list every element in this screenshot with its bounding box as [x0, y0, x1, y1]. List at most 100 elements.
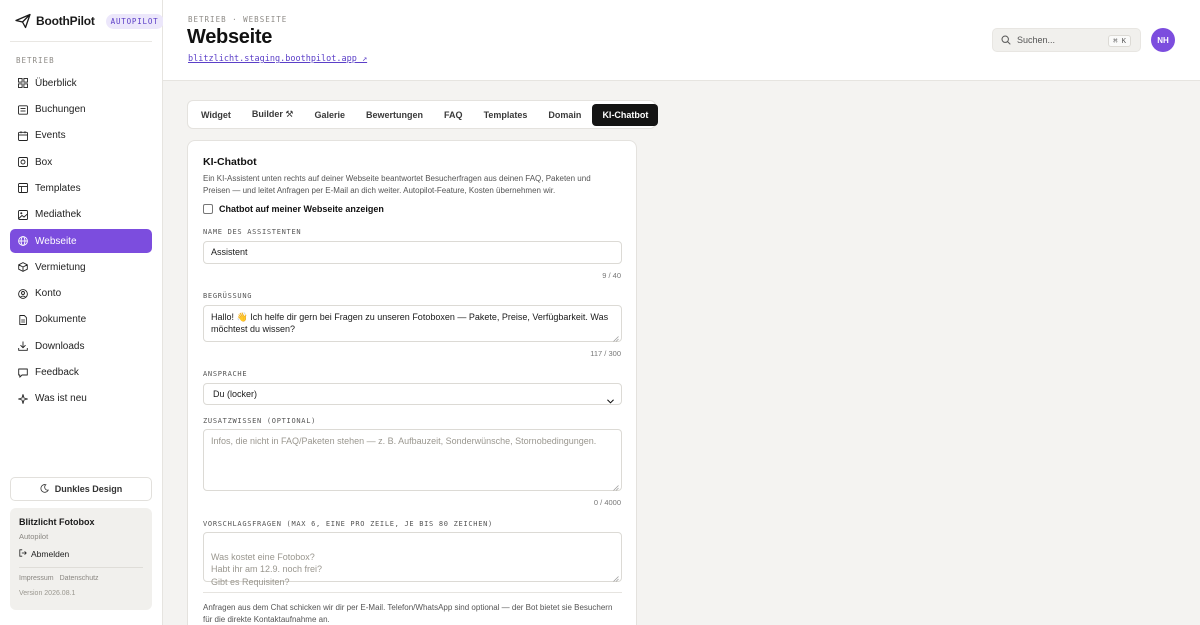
breadcrumb: BETRIEB · WEBSEITE [188, 15, 288, 24]
show-chatbot-toggle[interactable]: Chatbot auf meiner Webseite anzeigen [203, 204, 621, 214]
tab-templates[interactable]: Templates [474, 104, 538, 126]
logout-button[interactable]: Abmelden [19, 549, 143, 559]
account-divider [19, 567, 143, 568]
impressum-link[interactable]: Impressum [19, 575, 54, 582]
sidebar-item-ueberblick[interactable]: Überblick [10, 71, 152, 96]
tab-ki-chatbot[interactable]: KI-Chatbot [592, 103, 659, 126]
logout-icon [19, 549, 27, 559]
contact-footnote: Anfragen aus dem Chat schicken wir dir p… [203, 603, 613, 624]
template-icon [18, 183, 28, 194]
greeting-textarea[interactable]: Hallo! 👋 Ich helfe dir gern bei Fragen z… [203, 305, 622, 342]
website-url-link[interactable]: blitzlicht.staging.boothpilot.app ↗ [188, 54, 367, 64]
search-icon [1001, 35, 1011, 45]
show-chatbot-label: Chatbot auf meiner Webseite anzeigen [219, 204, 384, 214]
message-icon [18, 368, 28, 378]
website-tabs: Widget Builder ⚒ Galerie Bewertungen FAQ… [187, 100, 659, 129]
chatbot-settings-card: KI-Chatbot Ein KI-Assistent unten rechts… [187, 140, 637, 625]
image-icon [18, 209, 28, 220]
account-plan: Autopilot [19, 532, 49, 541]
sparkle-icon [18, 393, 28, 404]
tone-label: ANSPRACHE [203, 370, 248, 378]
sidebar-item-dokumente[interactable]: Dokumente [10, 308, 152, 333]
tab-faq[interactable]: FAQ [434, 104, 473, 126]
tab-bewertungen[interactable]: Bewertungen [356, 104, 433, 126]
list-icon [18, 104, 28, 115]
sidebar: BoothPilot AUTOPILOT BETRIEB Überblick B… [0, 0, 164, 625]
user-icon [18, 288, 28, 299]
tab-domain[interactable]: Domain [538, 104, 591, 126]
package-icon [18, 262, 28, 273]
brand-name: BoothPilot [36, 14, 95, 28]
search-placeholder: Suchen... [1017, 35, 1056, 45]
account-name: Blitzlicht Fotobox [19, 517, 95, 527]
plan-badge: AUTOPILOT [105, 13, 164, 29]
sidebar-item-label: Events [35, 130, 66, 142]
suggestions-label: VORSCHLAGSFRAGEN (MAX 6, EINE PRO ZEILE,… [203, 520, 493, 528]
tab-builder[interactable]: Builder ⚒ [242, 104, 304, 126]
sidebar-item-templates[interactable]: Templates [10, 176, 152, 201]
account-panel: Blitzlicht Fotobox Autopilot Abmelden Im… [10, 508, 152, 610]
suggestions-placeholder: Was kostet eine Fotobox? Habt ihr am 12.… [211, 551, 323, 587]
tone-selected-value: Du (locker) [213, 389, 258, 399]
card-description: Ein KI-Assistent unten rechts auf deiner… [203, 174, 591, 195]
box-icon [18, 157, 28, 168]
knowledge-textarea[interactable]: Infos, die nicht in FAQ/Paketen stehen —… [203, 429, 622, 491]
tab-widget[interactable]: Widget [191, 104, 241, 126]
app-version: Version 2026.08.1 [19, 590, 76, 597]
sidebar-item-label: Templates [35, 182, 81, 194]
sidebar-item-feedback[interactable]: Feedback [10, 360, 152, 385]
datenschutz-link[interactable]: Datenschutz [60, 575, 99, 582]
sidebar-item-events[interactable]: Events [10, 124, 152, 149]
sidebar-item-box[interactable]: Box [10, 150, 152, 175]
brand[interactable]: BoothPilot AUTOPILOT [15, 13, 164, 29]
globe-icon [18, 236, 28, 246]
sidebar-section-title: BETRIEB [16, 56, 55, 65]
dark-mode-button[interactable]: Dunkles Design [10, 477, 152, 501]
resize-handle-icon[interactable] [613, 573, 619, 582]
section-divider [203, 592, 622, 593]
assistant-name-label: NAME DES ASSISTENTEN [203, 228, 302, 236]
sidebar-item-label: Feedback [35, 367, 79, 379]
sidebar-item-label: Buchungen [35, 104, 86, 116]
sidebar-item-label: Downloads [35, 340, 85, 352]
sidebar-divider [10, 41, 152, 42]
calendar-icon [18, 131, 28, 141]
download-icon [18, 341, 28, 351]
chevron-down-icon [607, 391, 614, 411]
knowledge-counter: 0 / 4000 [593, 498, 621, 507]
sidebar-item-webseite[interactable]: Webseite [10, 228, 152, 254]
sidebar-nav: Überblick Buchungen Events Box Templates… [10, 71, 152, 413]
sidebar-item-konto[interactable]: Konto [10, 281, 152, 306]
tab-galerie[interactable]: Galerie [305, 104, 356, 126]
sidebar-item-buchungen[interactable]: Buchungen [10, 97, 152, 122]
assistant-name-counter: 9 / 40 [602, 271, 621, 280]
page-title: Webseite [187, 26, 273, 48]
sidebar-item-mediathek[interactable]: Mediathek [10, 202, 152, 227]
show-chatbot-checkbox[interactable] [203, 204, 213, 214]
sidebar-item-label: Box [35, 156, 53, 168]
resize-handle-icon[interactable] [613, 482, 619, 491]
knowledge-placeholder: Infos, die nicht in FAQ/Paketen stehen —… [211, 436, 597, 446]
sidebar-item-label: Konto [35, 288, 62, 300]
sidebar-item-downloads[interactable]: Downloads [10, 334, 152, 359]
search-input[interactable]: Suchen... ⌘ K [992, 28, 1141, 52]
dark-mode-label: Dunkles Design [54, 484, 123, 494]
sidebar-item-label: Dokumente [35, 314, 87, 326]
avatar[interactable]: NH [1151, 28, 1175, 52]
sidebar-item-vermietung[interactable]: Vermietung [10, 255, 152, 280]
suggestions-textarea[interactable]: Was kostet eine Fotobox? Habt ihr am 12.… [203, 532, 622, 587]
sidebar-item-label: Überblick [35, 77, 77, 89]
sidebar-item-label: Mediathek [35, 209, 82, 221]
moon-icon [40, 483, 49, 495]
assistant-name-input[interactable]: Assistent [203, 241, 622, 264]
sidebar-item-label: Was ist neu [35, 393, 87, 405]
document-icon [18, 314, 28, 325]
sidebar-item-was-ist-neu[interactable]: Was ist neu [10, 387, 152, 412]
sidebar-item-label: Webseite [35, 235, 77, 247]
tone-select[interactable]: Du (locker) [203, 383, 622, 405]
resize-handle-icon[interactable] [613, 333, 619, 342]
search-shortcut: ⌘ K [1108, 35, 1131, 47]
knowledge-label: ZUSATZWISSEN (OPTIONAL) [203, 417, 317, 425]
sidebar-item-label: Vermietung [35, 261, 86, 273]
greeting-text: Hallo! 👋 Ich helfe dir gern bei Fragen z… [211, 312, 609, 334]
